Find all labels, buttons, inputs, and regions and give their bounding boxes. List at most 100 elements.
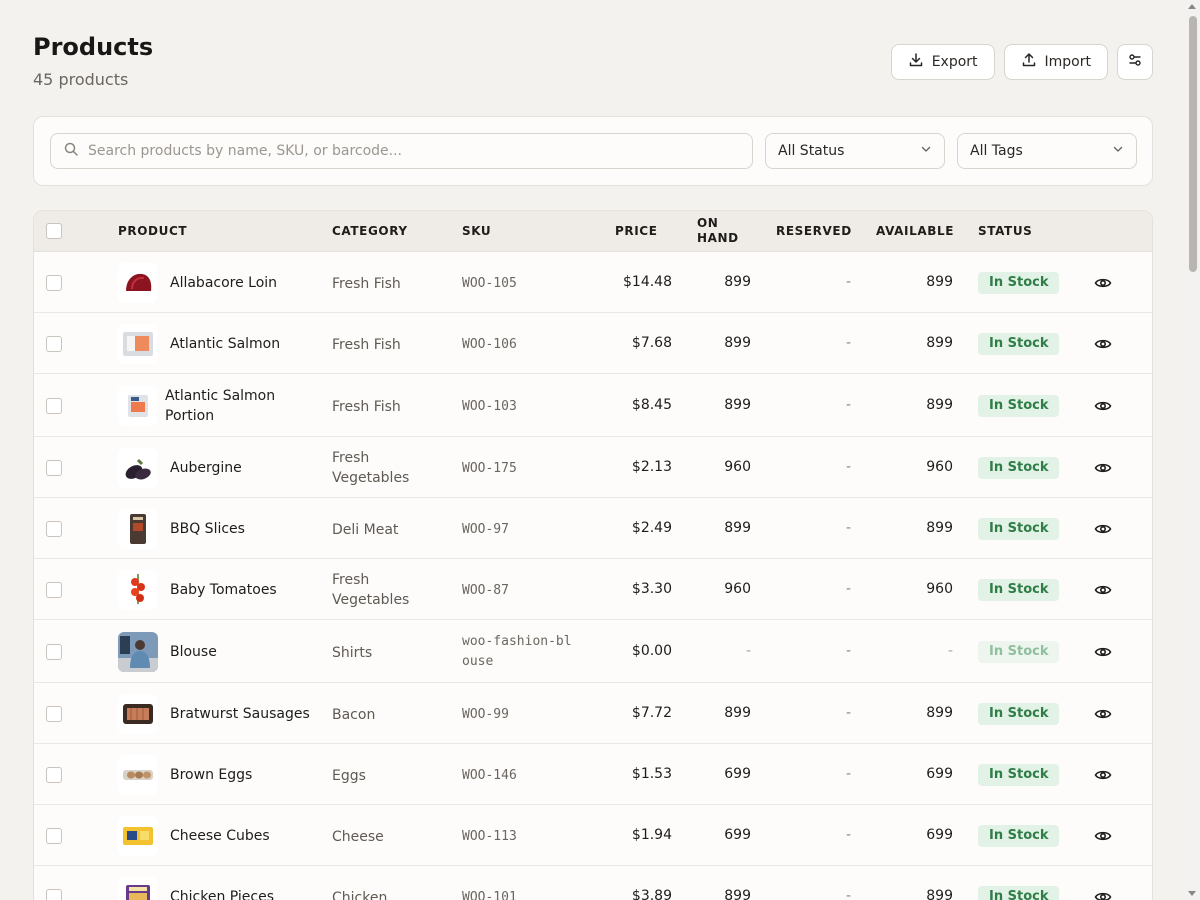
page-title: Products [33,33,154,61]
status-filter-select[interactable]: All Status [765,133,945,169]
col-status[interactable]: STATUS [978,224,1032,238]
row-checkbox[interactable] [46,520,62,537]
export-label: Export [931,54,978,70]
product-sku: WOO-113 [462,828,517,844]
eye-icon[interactable] [1094,643,1112,661]
product-category: Shirts [332,644,373,661]
col-reserved[interactable]: RESERVED [776,224,852,238]
scroll-up-arrow-icon[interactable] [1188,4,1196,9]
product-on-hand: 699 [724,765,751,782]
product-name[interactable]: Brown Eggs [170,765,310,785]
product-reserved: - [845,580,851,597]
product-reserved: - [845,887,851,900]
product-thumbnail [118,323,158,364]
product-name[interactable]: Aubergine [170,458,310,478]
row-checkbox[interactable] [46,643,62,660]
table-row[interactable]: BBQ Slices Deli Meat WOO-97 $2.49 899 - … [34,498,1152,559]
table-row[interactable]: Baby Tomatoes Fresh Vegetables WOO-87 $3… [34,559,1152,620]
product-price: $8.45 [631,396,672,413]
products-page: Products 45 products Export Import Searc… [33,0,1153,900]
row-checkbox[interactable] [46,766,62,783]
eye-icon[interactable] [1094,827,1112,845]
product-name[interactable]: Blouse [170,642,310,662]
product-name[interactable]: Allabacore Loin [170,273,310,293]
status-badge: In Stock [978,394,1060,417]
eye-icon[interactable] [1094,274,1112,292]
table-row[interactable]: Atlantic Salmon Portion Fresh Fish WOO-1… [34,374,1152,437]
product-reserved: - [845,519,851,536]
product-name[interactable]: Bratwurst Sausages [170,704,310,724]
product-name[interactable]: Chicken Pieces [170,887,310,900]
product-thumbnail [118,262,158,303]
product-name[interactable]: BBQ Slices [170,519,310,539]
col-category[interactable]: CATEGORY [332,224,408,238]
product-on-hand: 899 [724,396,751,413]
row-checkbox[interactable] [46,459,62,476]
eye-icon[interactable] [1094,459,1112,477]
search-input[interactable] [88,143,728,159]
col-available[interactable]: AVAILABLE [876,224,954,238]
header-actions: Export Import [890,44,1153,80]
search-box[interactable] [50,133,753,169]
product-thumbnail [118,815,158,856]
eye-icon[interactable] [1094,766,1112,784]
eye-icon[interactable] [1094,705,1112,723]
import-button[interactable]: Import [1003,44,1108,80]
chevron-down-icon [1112,143,1124,159]
eye-icon[interactable] [1094,520,1112,538]
row-checkbox[interactable] [46,827,62,844]
row-checkbox[interactable] [46,397,62,414]
table-row[interactable]: Atlantic Salmon Fresh Fish WOO-106 $7.68… [34,313,1152,374]
row-checkbox[interactable] [46,274,62,291]
scroll-down-arrow-icon[interactable] [1188,891,1196,896]
export-button[interactable]: Export [890,44,995,80]
table-row[interactable]: Bratwurst Sausages Bacon WOO-99 $7.72 89… [34,683,1152,744]
product-category: Fresh Vegetables [332,449,410,486]
product-name[interactable]: Atlantic Salmon Portion [165,386,305,426]
col-sku[interactable]: SKU [462,224,491,238]
product-on-hand: 899 [724,519,751,536]
eye-icon[interactable] [1094,581,1112,599]
product-on-hand: 960 [724,458,751,475]
chevron-down-icon [920,143,932,159]
row-checkbox[interactable] [46,705,62,722]
table-row[interactable]: Aubergine Fresh Vegetables WOO-175 $2.13… [34,437,1152,498]
table-row[interactable]: Blouse Shirts woo-fashion-blouse $0.00 -… [34,620,1152,683]
row-checkbox[interactable] [46,335,62,352]
eye-icon[interactable] [1094,335,1112,353]
product-name[interactable]: Baby Tomatoes [170,580,310,600]
product-on-hand: 899 [724,273,751,290]
settings-button[interactable] [1117,44,1153,80]
table-row[interactable]: Brown Eggs Eggs WOO-146 $1.53 699 - 699 … [34,744,1152,805]
product-available: 960 [926,458,953,475]
scrollbar-thumb[interactable] [1189,16,1197,272]
product-thumbnail [118,693,158,734]
product-sku: WOO-103 [462,398,517,414]
col-product[interactable]: PRODUCT [118,224,187,238]
product-price: $0.00 [631,642,672,659]
status-badge: In Stock [978,332,1060,355]
product-name[interactable]: Atlantic Salmon [170,334,310,354]
row-checkbox[interactable] [46,888,62,900]
eye-icon[interactable] [1094,888,1112,900]
product-sku: WOO-146 [462,767,517,783]
table-row[interactable]: Chicken Pieces Chicken WOO-101 $3.89 899… [34,866,1152,900]
product-sku: WOO-97 [462,521,509,537]
table-row[interactable]: Cheese Cubes Cheese WOO-113 $1.94 699 - … [34,805,1152,866]
product-on-hand: - [745,642,751,659]
table-body: Allabacore Loin Fresh Fish WOO-105 $14.4… [34,252,1152,900]
col-on-hand-line1: ON [697,216,719,230]
product-name[interactable]: Cheese Cubes [170,826,310,846]
tags-filter-select[interactable]: All Tags [957,133,1137,169]
row-checkbox[interactable] [46,581,62,598]
select-all-checkbox[interactable] [46,223,62,239]
product-reserved: - [845,704,851,721]
col-price[interactable]: PRICE [615,224,658,238]
eye-icon[interactable] [1094,397,1112,415]
page-scrollbar[interactable] [1185,0,1200,900]
col-on-hand[interactable]: ON HAND [697,216,739,246]
product-price: $14.48 [623,273,672,290]
product-available: 899 [926,887,953,900]
table-row[interactable]: Allabacore Loin Fresh Fish WOO-105 $14.4… [34,252,1152,313]
product-count: 45 products [33,70,129,89]
